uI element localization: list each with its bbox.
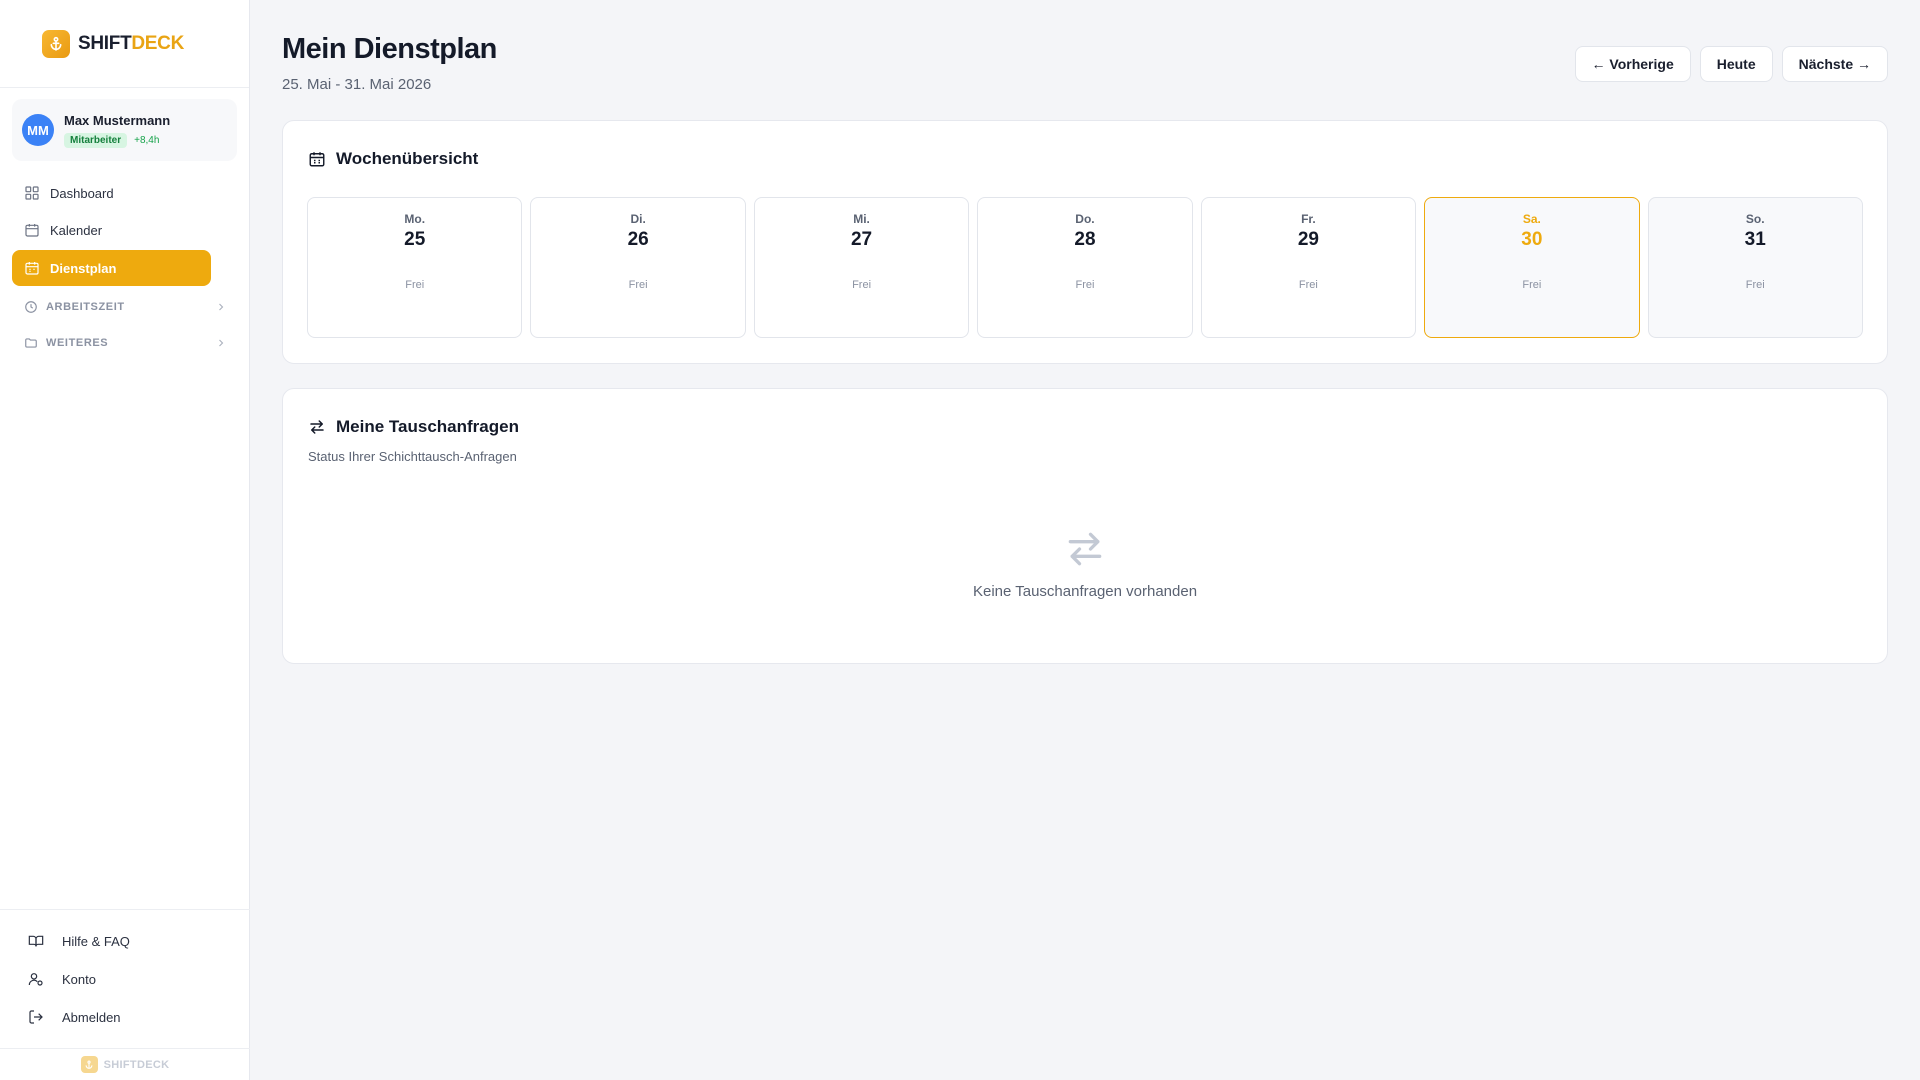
calendar-grid-icon [24, 260, 40, 276]
avatar: MM [22, 114, 54, 146]
week-days: Mo. 25 Frei Di. 26 Frei Mi. 27 Frei Do. … [307, 197, 1863, 338]
card-description: Status Ihrer Schichttausch-Anfragen [308, 449, 517, 464]
day-number: 27 [850, 229, 873, 250]
sidebar-footer: SHIFTDECK [0, 1048, 250, 1080]
sidebar-item-label: Dashboard [50, 185, 114, 201]
sidebar-item-dashboard[interactable]: Dashboard [12, 175, 237, 211]
sidebar-item-label: Konto [62, 971, 96, 987]
day-cell-fri[interactable]: Fr. 29 Frei [1200, 197, 1417, 338]
calendar-icon [308, 150, 326, 168]
sidebar-item-label: Abmelden [62, 1009, 121, 1025]
footer-brand: SHIFTDECK [103, 1058, 170, 1071]
sidebar-item-label: Hilfe & FAQ [62, 933, 130, 949]
day-name: Di. [630, 212, 646, 226]
previous-week-button[interactable]: ← Vorherige [1574, 46, 1691, 82]
empty-state: Keine Tauschanfragen vorhanden [283, 527, 1887, 600]
page-title: Mein Dienstplan [282, 33, 497, 65]
day-number: 26 [627, 229, 649, 250]
sidebar-bottom-nav: Hilfe & FAQ Konto Abmelden [0, 909, 250, 1048]
day-number: 28 [1074, 229, 1096, 250]
sidebar: SHIFTDECK MM Max Mustermann Mitarbeiter … [0, 0, 250, 1080]
sidebar-item-label: Kalender [50, 222, 103, 238]
sidebar-item-label: Dienstplan [50, 260, 117, 276]
week-overview-card: Wochenübersicht Mo. 25 Frei Di. 26 Frei … [282, 120, 1888, 364]
brand-name: SHIFTDECK [78, 32, 185, 54]
main-content: Mein Dienstplan 25. Mai - 31. Mai 2026 ←… [250, 0, 1920, 1080]
section-label: WEITERES [46, 337, 109, 349]
swap-requests-card: Meine Tauschanfragen Status Ihrer Schich… [282, 388, 1888, 664]
day-cell-sat-today[interactable]: Sa. 30 Frei [1424, 197, 1640, 338]
day-status: Frei [1522, 279, 1542, 291]
sidebar-item-dienstplan[interactable]: Dienstplan [12, 250, 211, 286]
date-range: 25. Mai - 31. Mai 2026 [282, 76, 432, 93]
swap-icon [1063, 527, 1107, 571]
next-week-button[interactable]: Nächste → [1781, 46, 1888, 82]
sidebar-section-arbeitszeit[interactable]: ARBEITSZEIT [12, 289, 237, 325]
empty-state-text: Keine Tauschanfragen vorhanden [972, 583, 1198, 600]
day-cell-tue[interactable]: Di. 26 Frei [530, 197, 746, 338]
day-cell-sun[interactable]: So. 31 Frei [1647, 197, 1863, 338]
day-cell-thu[interactable]: Do. 28 Frei [977, 197, 1193, 338]
sidebar-section-weiteres[interactable]: WEITERES [12, 325, 237, 361]
overtime-hours: +8,4h [134, 134, 160, 146]
day-cell-mon[interactable]: Mo. 25 Frei [307, 197, 523, 338]
week-navigation: ← Vorherige Heute Nächste → [1574, 46, 1888, 82]
anchor-icon [80, 1056, 98, 1073]
anchor-icon [42, 29, 70, 58]
sidebar-item-kalender[interactable]: Kalender [12, 212, 237, 248]
book-icon [28, 933, 44, 949]
sidebar-item-konto[interactable]: Konto [0, 960, 250, 998]
sidebar-item-logout[interactable]: Abmelden [0, 998, 250, 1036]
brand-logo-link[interactable]: SHIFTDECK [0, 0, 249, 88]
day-number: 30 [1521, 229, 1543, 250]
day-status: Frei [1298, 279, 1318, 291]
main-nav: Dashboard Kalender Dienstplan ARBEITSZEI… [12, 175, 237, 361]
dashboard-icon [24, 185, 40, 201]
day-name: Mo. [404, 212, 426, 226]
day-name: Do. [1075, 212, 1095, 226]
card-title: Meine Tauschanfragen [336, 417, 519, 436]
logout-icon [28, 1009, 44, 1025]
day-cell-wed[interactable]: Mi. 27 Frei [753, 197, 970, 338]
day-name: So. [1745, 212, 1765, 226]
clock-icon [24, 300, 38, 314]
day-status: Frei [1075, 279, 1095, 291]
day-status: Frei [628, 279, 648, 291]
swap-icon [308, 418, 326, 436]
folder-icon [24, 336, 38, 350]
day-status: Frei [852, 279, 872, 291]
chevron-right-icon [215, 301, 227, 313]
today-button[interactable]: Heute [1699, 46, 1773, 82]
day-number: 31 [1744, 229, 1766, 250]
day-name: Sa. [1522, 212, 1541, 226]
user-settings-icon [28, 971, 44, 987]
user-card[interactable]: MM Max Mustermann Mitarbeiter +8,4h [12, 99, 237, 161]
user-name: Max Mustermann [64, 112, 171, 128]
day-status: Frei [405, 279, 425, 291]
section-label: ARBEITSZEIT [46, 301, 125, 313]
role-badge: Mitarbeiter [64, 132, 128, 148]
card-title: Wochenübersicht [336, 149, 479, 168]
day-name: Fr. [1301, 212, 1316, 226]
day-name: Mi. [853, 212, 870, 226]
sidebar-item-help[interactable]: Hilfe & FAQ [0, 922, 250, 960]
day-status: Frei [1745, 279, 1765, 291]
day-number: 25 [404, 229, 426, 250]
chevron-right-icon [215, 337, 227, 349]
day-number: 29 [1297, 229, 1319, 250]
calendar-icon [24, 222, 40, 238]
